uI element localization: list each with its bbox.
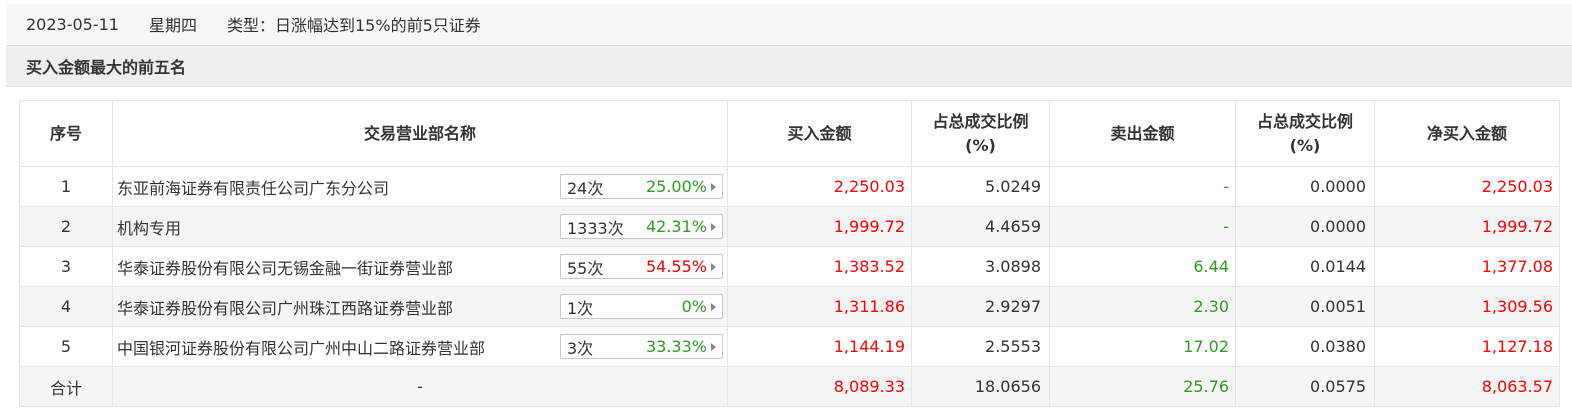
info-bar: 2023-05-11 星期四 类型：日涨幅达到15%的前5只证券 [6, 4, 1572, 44]
sell-amount: 6.44 [1049, 246, 1236, 287]
sell-amount: - [1049, 166, 1236, 207]
history-tag-button[interactable]: 1次 0% [560, 294, 723, 319]
buy-ratio: 2.9297 [911, 286, 1050, 327]
table-row: 3 华泰证券股份有限公司无锡金融一街证券营业部 55次 54.55% 1,383… [19, 246, 1560, 287]
table-header-row: 序号 交易营业部名称 买入金额 占总成交比例 (%) 卖出金额 占总成交比例 (… [19, 100, 1560, 167]
appearance-count: 1次 [567, 298, 594, 318]
buy-ratio: 2.5553 [911, 326, 1050, 367]
total-sell-amount: 25.76 [1049, 366, 1236, 407]
sell-amount: 17.02 [1049, 326, 1236, 367]
buy-ratio: 4.4659 [911, 206, 1050, 247]
date-label: 2023-05-11 [26, 14, 119, 34]
row-name-cell: 中国银河证券股份有限公司广州中山二路证券营业部 3次 33.33% [112, 326, 728, 367]
net-amount: 1,127.18 [1374, 326, 1560, 367]
branch-name-link[interactable]: 中国银河证券股份有限公司广州中山二路证券营业部 [117, 335, 485, 359]
net-amount: 1,377.08 [1374, 246, 1560, 287]
page: 2023-05-11 星期四 类型：日涨幅达到15%的前5只证券 买入金额最大的… [0, 0, 1572, 413]
sell-ratio: 0.0051 [1235, 286, 1375, 327]
appearance-count: 55次 [567, 258, 604, 278]
sell-amount: 2.30 [1049, 286, 1236, 327]
sell-ratio: 0.0000 [1235, 206, 1375, 247]
col-header-buy[interactable]: 买入金额 [727, 100, 912, 167]
weekday-label: 星期四 [148, 16, 197, 35]
total-label: 合计 [19, 366, 113, 407]
appearance-count: 3次 [567, 338, 594, 358]
success-rate: 33.33% [645, 337, 707, 356]
net-amount: 1,309.56 [1374, 286, 1560, 327]
history-tag-button[interactable]: 1333次 42.31% [560, 214, 723, 239]
branch-name-link[interactable]: 东亚前海证券有限责任公司广东分公司 [117, 175, 389, 199]
col-header-net[interactable]: 净买入金额 [1374, 100, 1560, 167]
total-net-amount: 8,063.57 [1374, 366, 1560, 407]
history-tag-button[interactable]: 3次 33.33% [560, 334, 723, 359]
total-row: 合计 - 8,089.33 18.0656 25.76 0.0575 8,063… [19, 366, 1560, 407]
buy-amount: 1,311.86 [727, 286, 912, 327]
success-rate: 0% [681, 297, 707, 316]
buy-amount: 2,250.03 [727, 166, 912, 207]
buy-amount: 1,144.19 [727, 326, 912, 367]
top-buyers-panel: 买入金额最大的前五名 序号 交易营业部名称 买入金额 占总成交比例 (%) 卖出… [6, 45, 1572, 413]
col-header-buy-ratio-line2: (%) [965, 135, 996, 155]
success-rate: 42.31% [645, 217, 707, 236]
branch-name-link[interactable]: 华泰证券股份有限公司广州珠江西路证券营业部 [117, 295, 453, 319]
col-header-sell[interactable]: 卖出金额 [1049, 100, 1236, 167]
row-index: 2 [19, 206, 113, 247]
net-amount: 2,250.03 [1374, 166, 1560, 207]
success-rate: 25.00% [645, 177, 707, 196]
buy-amount: 1,383.52 [727, 246, 912, 287]
branch-name-link[interactable]: 华泰证券股份有限公司无锡金融一街证券营业部 [117, 255, 453, 279]
table-row: 4 华泰证券股份有限公司广州珠江西路证券营业部 1次 0% 1,311.86 2… [19, 286, 1560, 327]
sell-ratio: 0.0380 [1235, 326, 1375, 367]
history-tag-button[interactable]: 55次 54.55% [560, 254, 723, 279]
sell-amount: - [1049, 206, 1236, 247]
sell-ratio: 0.0144 [1235, 246, 1375, 287]
col-header-sell-ratio-line2: (%) [1289, 135, 1321, 155]
col-header-sell-ratio-line1: 占总成交比例 [1256, 111, 1353, 131]
branch-name-link[interactable]: 机构专用 [117, 215, 181, 239]
caret-right-icon [711, 302, 716, 311]
caret-right-icon [711, 182, 716, 191]
row-index: 1 [19, 166, 113, 207]
total-sell-ratio: 0.0575 [1235, 366, 1375, 407]
success-rate: 54.55% [645, 257, 707, 276]
table-wrap: 序号 交易营业部名称 买入金额 占总成交比例 (%) 卖出金额 占总成交比例 (… [19, 100, 1560, 407]
buy-ratio: 3.0898 [911, 246, 1050, 287]
sell-ratio: 0.0000 [1235, 166, 1375, 207]
history-tag-button[interactable]: 24次 25.00% [560, 174, 723, 199]
buy-amount: 1,999.72 [727, 206, 912, 247]
row-name-cell: 机构专用 1333次 42.31% [112, 206, 728, 247]
top-buyers-table: 序号 交易营业部名称 买入金额 占总成交比例 (%) 卖出金额 占总成交比例 (… [19, 100, 1560, 407]
section-title: 买入金额最大的前五名 [6, 45, 1572, 87]
appearance-count: 1333次 [567, 218, 624, 238]
caret-right-icon [711, 342, 716, 351]
row-index: 4 [19, 286, 113, 327]
col-header-idx[interactable]: 序号 [19, 100, 113, 167]
col-header-name[interactable]: 交易营业部名称 [112, 100, 728, 167]
table-row: 2 机构专用 1333次 42.31% 1,999.72 4.4659 - 0.… [19, 206, 1560, 247]
table-row: 5 中国银河证券股份有限公司广州中山二路证券营业部 3次 33.33% 1,14… [19, 326, 1560, 367]
row-name-cell: 东亚前海证券有限责任公司广东分公司 24次 25.00% [112, 166, 728, 207]
col-header-sell-ratio[interactable]: 占总成交比例 (%) [1235, 100, 1375, 167]
total-buy-ratio: 18.0656 [911, 366, 1050, 407]
total-buy-amount: 8,089.33 [727, 366, 912, 407]
buy-ratio: 5.0249 [911, 166, 1050, 207]
total-name: - [112, 366, 728, 407]
appearance-count: 24次 [567, 178, 604, 198]
net-amount: 1,999.72 [1374, 206, 1560, 247]
row-index: 5 [19, 326, 113, 367]
caret-right-icon [711, 262, 716, 271]
col-header-buy-ratio-line1: 占总成交比例 [932, 111, 1029, 131]
row-name-cell: 华泰证券股份有限公司广州珠江西路证券营业部 1次 0% [112, 286, 728, 327]
table-row: 1 东亚前海证券有限责任公司广东分公司 24次 25.00% 2,250.03 … [19, 166, 1560, 207]
caret-right-icon [711, 222, 716, 231]
row-name-cell: 华泰证券股份有限公司无锡金融一街证券营业部 55次 54.55% [112, 246, 728, 287]
row-index: 3 [19, 246, 113, 287]
col-header-buy-ratio[interactable]: 占总成交比例 (%) [911, 100, 1050, 167]
type-label: 类型：日涨幅达到15%的前5只证券 [227, 16, 481, 35]
